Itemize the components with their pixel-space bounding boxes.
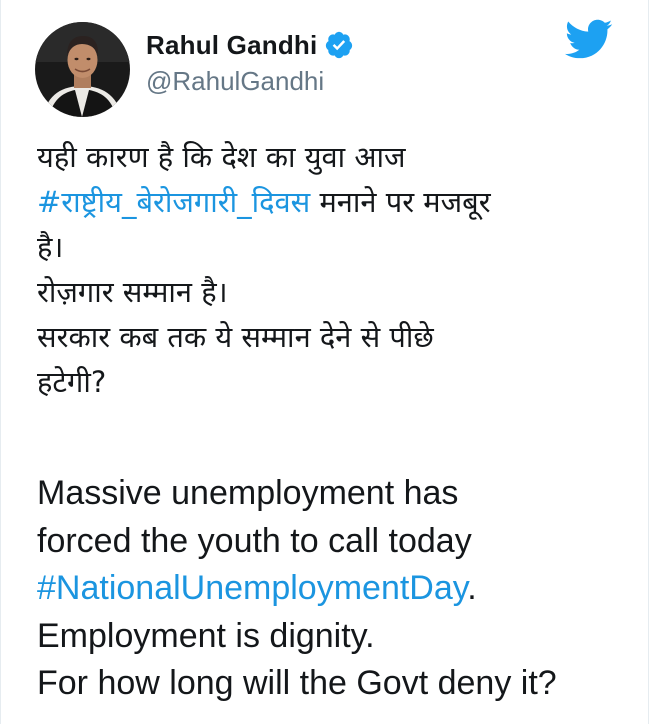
hashtag-link-hindi[interactable]: #राष्ट्रीय_बेरोजगारी_दिवस bbox=[37, 185, 310, 219]
tweet-line: forced the youth to call today bbox=[37, 521, 472, 560]
tweet-text-hindi: यही कारण है कि देश का युवा आज #राष्ट्रीय… bbox=[37, 135, 637, 405]
twitter-bird-icon[interactable] bbox=[563, 14, 613, 64]
tweet-card: Rahul Gandhi @RahulGandhi यही कारण है कि… bbox=[0, 0, 649, 724]
tweet-line: यही कारण है कि देश का युवा आज bbox=[37, 140, 406, 174]
profile-photo bbox=[35, 22, 130, 117]
tweet-line-rest: . bbox=[467, 569, 477, 607]
tweet-line: #राष्ट्रीय_बेरोजगारी_दिवस मनाने पर मजबूर bbox=[37, 180, 637, 225]
tweet-line: रोज़गार सम्मान है। bbox=[37, 275, 228, 309]
tweet-line: Massive unemployment has bbox=[37, 474, 459, 512]
tweet-line: Employment is dignity. bbox=[37, 616, 375, 655]
tweet-line: है। bbox=[37, 230, 64, 264]
avatar[interactable] bbox=[35, 22, 130, 117]
author-handle[interactable]: @RahulGandhi bbox=[146, 66, 354, 97]
name-row: Rahul Gandhi bbox=[146, 26, 354, 64]
tweet-line: For how long will the Govt deny it? bbox=[37, 664, 557, 702]
tweet-text-english: Massive unemployment has forced the yout… bbox=[37, 470, 647, 708]
tweet-line: #NationalUnemploymentDay. bbox=[37, 565, 647, 613]
author-name[interactable]: Rahul Gandhi bbox=[146, 30, 317, 61]
author-block[interactable]: Rahul Gandhi @RahulGandhi bbox=[146, 26, 354, 97]
tweet-line: सरकार कब तक ये सम्मान देने से पीछे bbox=[37, 320, 434, 354]
tweet-line-rest: मनाने पर मजबूर bbox=[310, 185, 491, 219]
verified-badge-icon bbox=[324, 30, 354, 60]
hashtag-link-english[interactable]: #NationalUnemploymentDay bbox=[37, 569, 467, 607]
tweet-line: हटेगी? bbox=[37, 365, 107, 399]
